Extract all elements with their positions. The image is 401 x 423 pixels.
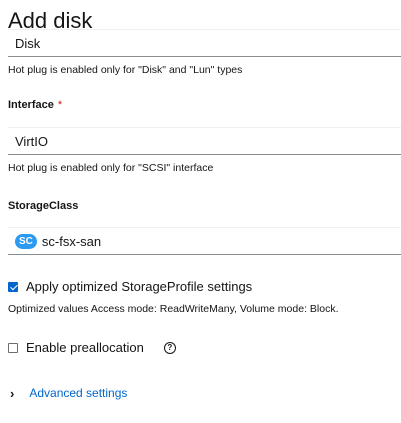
interface-label-text: Interface xyxy=(8,99,54,111)
storage-class-label: StorageClass xyxy=(8,200,79,212)
disk-type-select[interactable]: Disk xyxy=(8,29,401,57)
disk-type-value: Disk xyxy=(15,35,41,51)
interface-value: VirtIO xyxy=(15,133,48,149)
chevron-right-icon: › xyxy=(10,385,15,401)
optimized-profile-row[interactable]: Apply optimized StorageProfile settings xyxy=(8,279,252,294)
storage-class-select[interactable]: SC sc-fsx-san xyxy=(8,227,401,255)
interface-helper-text: Hot plug is enabled only for "SCSI" inte… xyxy=(8,162,214,174)
optimized-profile-description: Optimized values Access mode: ReadWriteM… xyxy=(8,303,339,315)
question-circle-icon[interactable]: ? xyxy=(163,341,176,354)
preallocation-label[interactable]: Enable preallocation xyxy=(26,340,144,355)
storage-class-value: sc-fsx-san xyxy=(41,233,102,249)
interface-label: Interface * xyxy=(8,99,62,111)
disk-type-helper-text: Hot plug is enabled only for "Disk" and … xyxy=(8,64,243,76)
interface-select[interactable]: VirtIO xyxy=(8,127,401,155)
preallocation-checkbox[interactable] xyxy=(8,342,18,353)
add-disk-dialog: Add disk Disk Hot plug is enabled only f… xyxy=(0,0,401,423)
required-indicator: * xyxy=(57,99,63,111)
storage-class-badge: SC xyxy=(15,233,37,249)
optimized-profile-checkbox[interactable] xyxy=(8,281,18,292)
advanced-settings-label[interactable]: Advanced settings xyxy=(29,386,127,400)
advanced-settings-toggle[interactable]: › Advanced settings xyxy=(10,386,127,400)
preallocation-row[interactable]: Enable preallocation ? xyxy=(8,340,176,355)
optimized-profile-label[interactable]: Apply optimized StorageProfile settings xyxy=(26,279,252,294)
